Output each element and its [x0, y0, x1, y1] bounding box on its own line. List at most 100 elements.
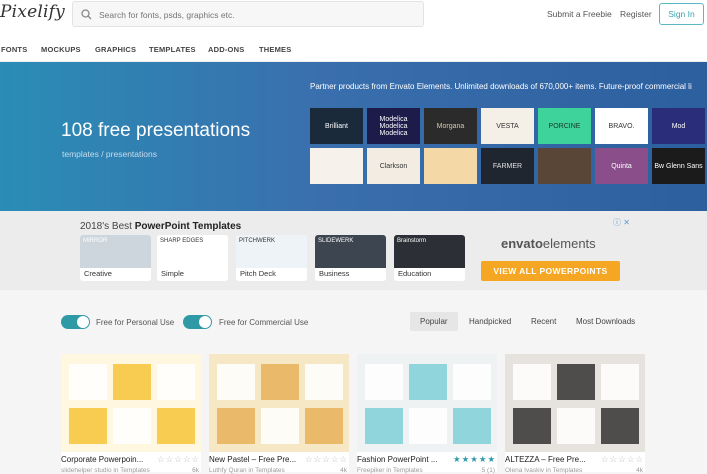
nav-fonts[interactable]: FONTS	[1, 45, 27, 54]
template-card[interactable]: New Pastel – Free Pre... ☆☆☆☆☆ Luthfy Qura…	[209, 354, 349, 474]
template-thumbnail[interactable]	[357, 354, 497, 452]
envato-product-tile[interactable]: Clarkson	[367, 148, 420, 184]
thumbnail-slide	[513, 364, 551, 400]
envato-product-tile[interactable]: Morgana	[424, 108, 477, 144]
nav-graphics[interactable]: GRAPHICS	[95, 45, 136, 54]
thumbnail-slide	[557, 408, 595, 444]
thumbnail-slide	[305, 408, 343, 444]
ad-category-creative[interactable]: MIRROR Creative	[80, 235, 151, 281]
ad-category-thumbnail: MIRROR	[80, 235, 151, 268]
thumbnail-slide	[261, 408, 299, 444]
ad-category-education[interactable]: Brainstorm Education	[394, 235, 465, 281]
thumbnail-slide	[409, 408, 447, 444]
envato-product-tile[interactable]	[310, 148, 363, 184]
thumbnail-slide	[217, 408, 255, 444]
rating-stars: ☆☆☆☆☆	[305, 454, 349, 464]
template-thumbnail[interactable]	[61, 354, 201, 452]
envato-promo-text[interactable]: Partner products from Envato Elements. U…	[310, 82, 692, 91]
envato-product-tile[interactable]: Bw Glenn Sans	[652, 148, 705, 184]
commercial-use-toggle[interactable]	[183, 315, 212, 329]
template-card[interactable]: Corporate Powerpoin... ☆☆☆☆☆ slidehelper s…	[61, 354, 201, 474]
page-title: 108 free presentations	[61, 120, 251, 141]
personal-use-label: Free for Personal Use	[96, 318, 175, 327]
ad-category-thumbnail: SLIDEWERK	[315, 235, 386, 268]
register-link[interactable]: Register	[620, 9, 652, 19]
envato-product-tile[interactable]: FARMER	[481, 148, 534, 184]
ad-category-label: Business	[319, 269, 350, 278]
thumbnail-slide	[557, 364, 595, 400]
site-logo[interactable]: Pixelify	[0, 2, 65, 22]
sign-in-button[interactable]: Sign In	[659, 3, 704, 25]
category-nav: FONTS MOCKUPS GRAPHICS TEMPLATES ADD-ONS…	[0, 36, 707, 62]
sort-handpicked[interactable]: Handpicked	[459, 312, 521, 331]
template-title[interactable]: New Pastel – Free Pre...	[209, 455, 297, 464]
submit-freebie-link[interactable]: Submit a Freebie	[547, 9, 612, 19]
envato-product-tile[interactable]: Modelica Modelica Modelica	[367, 108, 420, 144]
envato-product-tile[interactable]: PORCINE	[538, 108, 591, 144]
search-box[interactable]	[72, 1, 424, 27]
thumbnail-slide	[409, 364, 447, 400]
ad-category-label: Simple	[161, 269, 184, 278]
template-author[interactable]: slidehelper studio in Templates	[61, 467, 150, 474]
top-bar: Pixelify Submit a Freebie Register Sign …	[0, 0, 707, 36]
envato-product-tile[interactable]: Mod	[652, 108, 705, 144]
breadcrumb[interactable]: templates / presentations	[62, 149, 157, 159]
template-title[interactable]: Fashion PowerPoint ...	[357, 455, 445, 464]
ad-title-prefix: 2018's Best	[80, 221, 135, 232]
view-all-powerpoints-button[interactable]: VIEW ALL POWERPOINTS	[481, 261, 620, 281]
hero-banner: 108 free presentations templates / prese…	[0, 62, 707, 211]
envato-product-tile[interactable]	[538, 148, 591, 184]
ad-category-pitch-deck[interactable]: PITCHWERK Pitch Deck	[236, 235, 307, 281]
thumbnail-slide	[365, 408, 403, 444]
search-icon	[81, 9, 92, 20]
thumbnail-slide	[217, 364, 255, 400]
nav-themes[interactable]: THEMES	[259, 45, 291, 54]
download-count: 5 (1)	[481, 467, 495, 474]
thumbnail-slide	[601, 408, 639, 444]
template-thumbnail[interactable]	[209, 354, 349, 452]
template-author[interactable]: Olena Ivaskiv in Templates	[505, 467, 582, 474]
thumbnail-slide	[453, 364, 491, 400]
thumbnail-slide	[157, 364, 195, 400]
template-card[interactable]: Fashion PowerPoint ... ★★★★★ Freepiker in …	[357, 354, 497, 474]
ad-category-thumbnail: PITCHWERK	[236, 235, 307, 268]
envato-product-tile[interactable]: VESTA	[481, 108, 534, 144]
template-card[interactable]: ALTEZZA – Free Pre... ☆☆☆☆☆ Olena Ivaskiv …	[505, 354, 645, 474]
thumbnail-slide	[69, 408, 107, 444]
envato-product-tile[interactable]: BRAVO.	[595, 108, 648, 144]
thumbnail-slide	[453, 408, 491, 444]
thumbnail-slide	[601, 364, 639, 400]
nav-templates[interactable]: TEMPLATES	[149, 45, 196, 54]
nav-add-ons[interactable]: ADD-ONS	[208, 45, 244, 54]
envato-elements-logo[interactable]: envatoelements	[501, 236, 596, 251]
sort-recent[interactable]: Recent	[521, 312, 566, 331]
template-title[interactable]: ALTEZZA – Free Pre...	[505, 455, 593, 464]
envato-product-tile[interactable]: Quinta	[595, 148, 648, 184]
ad-category-thumbnail: Brainstorm	[394, 235, 465, 268]
template-author[interactable]: Freepiker in Templates	[357, 467, 423, 474]
envato-product-tile[interactable]	[424, 148, 477, 184]
ad-info-icon[interactable]: ⓘ ✕	[613, 217, 630, 228]
personal-use-toggle[interactable]	[61, 315, 90, 329]
ad-category-simple[interactable]: SHARP EDGES Simple	[157, 235, 228, 281]
template-thumbnail[interactable]	[505, 354, 645, 452]
envato-product-tile[interactable]: Brilliant	[310, 108, 363, 144]
powerpoint-ad: 2018's Best PowerPoint Templates ⓘ ✕ MIR…	[0, 211, 707, 290]
nav-mockups[interactable]: MOCKUPS	[41, 45, 81, 54]
ad-category-label: Pitch Deck	[240, 269, 276, 278]
ad-category-business[interactable]: SLIDEWERK Business	[315, 235, 386, 281]
sort-popular[interactable]: Popular	[410, 312, 458, 331]
commercial-use-label: Free for Commercial Use	[219, 318, 309, 327]
template-title[interactable]: Corporate Powerpoin...	[61, 455, 149, 464]
filter-bar: Free for Personal Use Free for Commercia…	[0, 290, 707, 350]
ad-category-label: Creative	[84, 269, 112, 278]
search-input[interactable]	[99, 6, 409, 24]
thumbnail-slide	[157, 408, 195, 444]
rating-stars: ☆☆☆☆☆	[601, 454, 645, 464]
ad-title-bold: PowerPoint Templates	[134, 221, 242, 232]
thumbnail-slide	[113, 408, 151, 444]
template-author[interactable]: Luthfy Quran in Templates	[209, 467, 285, 474]
ad-title: 2018's Best PowerPoint Templates	[80, 221, 241, 232]
thumbnail-slide	[69, 364, 107, 400]
sort-most-downloads[interactable]: Most Downloads	[566, 312, 645, 331]
